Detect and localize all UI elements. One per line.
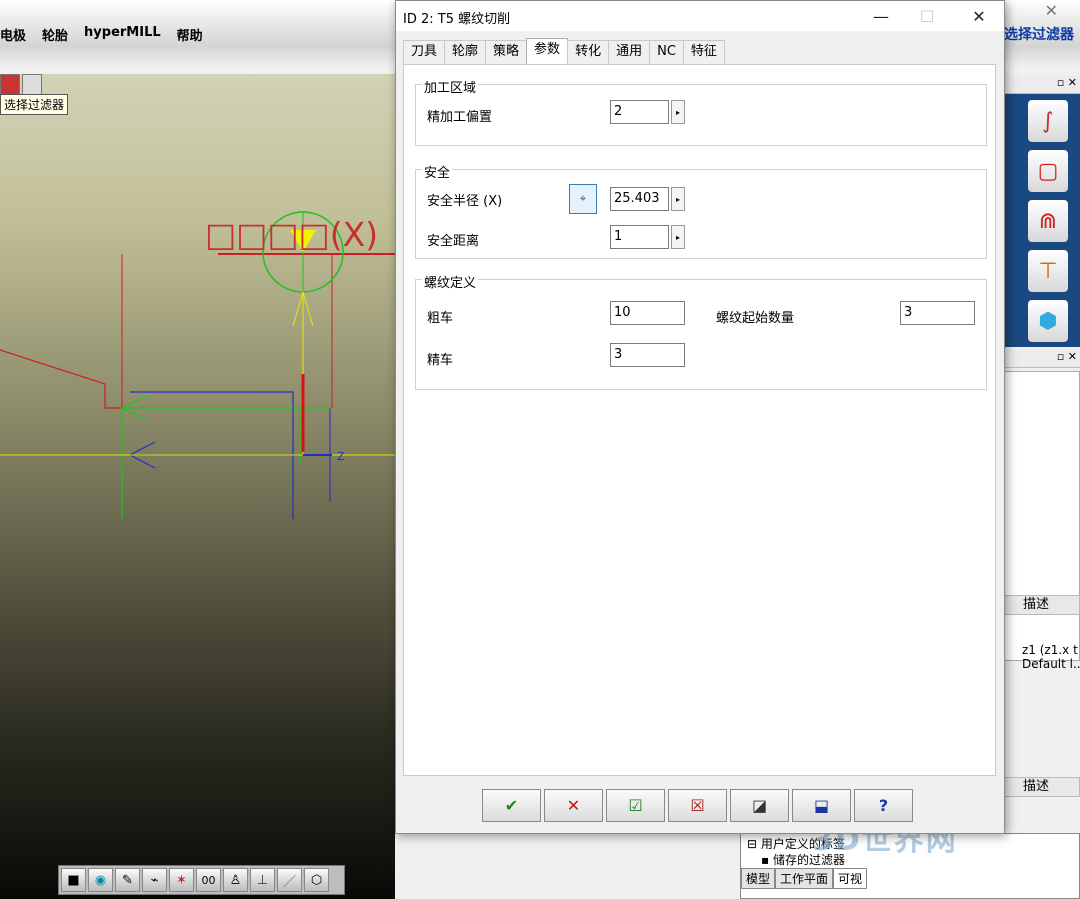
shell-strategy-icon[interactable]: ⋒ <box>1028 200 1068 242</box>
pin-icon[interactable]: ✶ <box>169 868 194 892</box>
filter-title[interactable]: 选择过滤器 <box>1004 24 1074 44</box>
pencil-icon[interactable]: ✎ <box>115 868 140 892</box>
curve-strategy-icon[interactable]: ∫ <box>1028 100 1068 142</box>
column-header-desc-2[interactable]: 描述 <box>1000 777 1080 797</box>
cancel-button[interactable]: ✕ <box>544 789 603 822</box>
cube-strategy-icon[interactable]: ⬢ <box>1028 300 1068 342</box>
finish-offset-spin-icon[interactable]: ▸ <box>671 100 685 124</box>
solid-view-icon[interactable]: ■ <box>61 868 86 892</box>
finish-input[interactable]: 3 <box>610 343 685 367</box>
group-title-machining-area: 加工区域 <box>422 77 479 96</box>
panel-header-top[interactable]: ▫ ✕ <box>1000 76 1080 94</box>
counter-icon[interactable]: 00 <box>196 868 221 892</box>
tool-icon[interactable]: ⊥ <box>250 868 275 892</box>
menu-item-electrode[interactable]: 电极 <box>0 25 26 44</box>
help-button[interactable]: ? <box>854 789 913 822</box>
safety-distance-input[interactable]: 1 <box>610 225 669 249</box>
tab-visible[interactable]: 可视 <box>833 868 868 889</box>
safety-distance-spin-icon[interactable]: ▸ <box>671 225 685 249</box>
safety-radius-spin-icon[interactable]: ▸ <box>671 187 685 211</box>
close-icon[interactable]: ✕ <box>956 1 1002 31</box>
maximize-icon: ☐ <box>919 6 935 26</box>
group-title-thread-definition: 螺纹定义 <box>422 272 479 291</box>
menu-item-hypermill[interactable]: hyperMILL <box>84 25 161 44</box>
main-menu: 电极 轮胎 hyperMILL 帮助 <box>0 25 203 44</box>
minimize-icon[interactable]: — <box>858 1 904 31</box>
dialog-titlebar[interactable]: ID 2: T5 螺纹切削 — ☐ ✕ <box>396 1 1004 31</box>
view-toolbar: ■ ◉ ✎ ⌁ ✶ 00 ♙ ⊥ ／ ⬡ <box>58 865 345 895</box>
dialog-tabs: 刀具 轮廓 策略 参数 转化 通用 NC 特征 <box>403 38 725 64</box>
pick-point-icon[interactable]: ⌖ <box>569 184 597 214</box>
ok-button[interactable]: ✔ <box>482 789 541 822</box>
feature-list[interactable] <box>1000 371 1080 661</box>
thread-start-count-label: 螺纹起始数量 <box>716 311 795 326</box>
cancel-icon: ✕ <box>566 796 581 815</box>
graphics-viewport[interactable]: 选择过滤器 □□□□(X) Z <box>0 74 395 899</box>
group-title-safety: 安全 <box>422 162 453 181</box>
tab-tool[interactable]: 刀具 <box>403 40 446 64</box>
tab-features[interactable]: 特征 <box>682 40 725 64</box>
toolpath-drawing: □□□□(X) Z <box>0 211 395 519</box>
viewport-label: □□□□(X) <box>205 215 378 254</box>
tree-tabs: 模型 工作平面 可视 <box>741 868 868 889</box>
figure-icon[interactable]: ♙ <box>223 868 248 892</box>
tab-workplane[interactable]: 工作平面 <box>775 868 834 889</box>
safety-distance-label: 安全距离 <box>427 234 480 249</box>
tab-parameters[interactable]: 参数 <box>526 38 569 64</box>
discard-icon: ☒ <box>690 796 705 815</box>
close-icon[interactable]: ✕ <box>1045 1 1058 20</box>
column-header-desc[interactable]: 描述 <box>1000 595 1080 615</box>
wireframe-icon[interactable]: ⬡ <box>304 868 329 892</box>
dialog-title: ID 2: T5 螺纹切削 <box>403 12 511 27</box>
hammer-strategy-icon[interactable]: ⊤ <box>1028 250 1068 292</box>
tab-transform[interactable]: 转化 <box>567 40 610 64</box>
axis-label: Z <box>337 450 345 463</box>
strategy-icons: ∫ ▢ ⋒ ⊤ ⬢ <box>1000 94 1080 347</box>
group-thread-definition: 螺纹定义 粗车 10 螺纹起始数量 3 精车 3 <box>415 272 987 390</box>
help-icon: ? <box>878 796 889 815</box>
dialog-button-row: ✔ ✕ ☑ ☒ ◪ ⬓? <box>482 789 913 822</box>
rough-label: 粗车 <box>427 311 454 326</box>
tab-contour[interactable]: 轮廓 <box>444 40 487 64</box>
brush-icon[interactable]: ⌁ <box>142 868 167 892</box>
calculate-button[interactable]: ☑ <box>606 789 665 822</box>
group-safety: 安全 安全半径 (X) ⌖ 25.403 ▸ 安全距离 1 ▸ <box>415 162 987 259</box>
group-machining-area: 加工区域 精加工偏置 2 ▸ <box>415 77 987 146</box>
description-text: z1 (z1.x t Default l... <box>1022 643 1080 671</box>
safety-radius-input[interactable]: 25.403 <box>610 187 669 211</box>
panel-header-bottom[interactable]: ▫ ✕ <box>1000 350 1080 368</box>
menu-item-tire[interactable]: 轮胎 <box>42 25 68 44</box>
pen-icon[interactable]: ／ <box>277 868 302 892</box>
ok-icon: ✔ <box>504 796 519 815</box>
tab-nc[interactable]: NC <box>649 40 684 64</box>
frame-strategy-icon[interactable]: ▢ <box>1028 150 1068 192</box>
preview-icon: ◪ <box>751 796 768 815</box>
tab-model[interactable]: 模型 <box>741 868 776 889</box>
save-icon: ⬓ <box>813 796 830 815</box>
globe-icon[interactable]: ◉ <box>88 868 113 892</box>
rough-input[interactable]: 10 <box>610 301 685 325</box>
discard-button[interactable]: ☒ <box>668 789 727 822</box>
tab-general[interactable]: 通用 <box>608 40 651 64</box>
parameters-panel: 加工区域 精加工偏置 2 ▸ 安全 安全半径 (X) ⌖ 25.403 ▸ 安全… <box>403 64 996 776</box>
calculate-icon: ☑ <box>628 796 643 815</box>
finish-offset-input[interactable]: 2 <box>610 100 669 124</box>
finish-label: 精车 <box>427 353 454 368</box>
thread-cutting-dialog: ID 2: T5 螺纹切削 — ☐ ✕ 刀具 轮廓 策略 参数 转化 通用 NC… <box>395 0 1005 834</box>
finish-offset-label: 精加工偏置 <box>427 110 493 125</box>
preview-button[interactable]: ◪ <box>730 789 789 822</box>
thread-start-count-input[interactable]: 3 <box>900 301 975 325</box>
tab-strategy[interactable]: 策略 <box>485 40 528 64</box>
safety-radius-label: 安全半径 (X) <box>427 194 503 209</box>
menu-item-help[interactable]: 帮助 <box>177 25 203 44</box>
save-button[interactable]: ⬓ <box>792 789 851 822</box>
right-panel: ▫ ✕ ∫ ▢ ⋒ ⊤ ⬢ ▫ ✕ 描述 z1 (z1.x t Default … <box>1000 76 1080 899</box>
